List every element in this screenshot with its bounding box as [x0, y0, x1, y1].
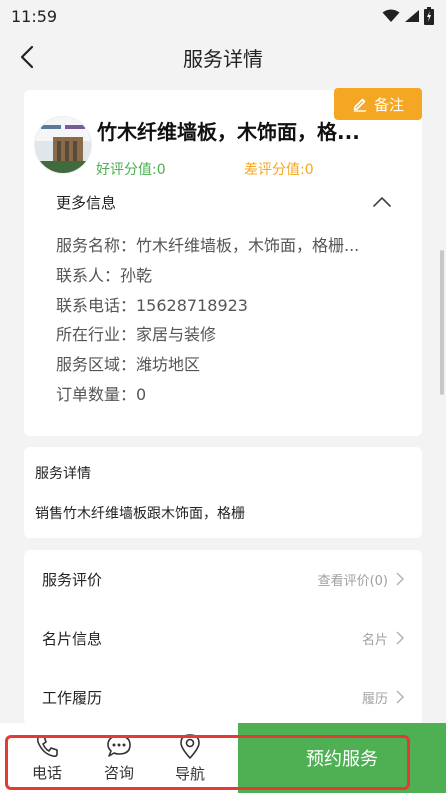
service-details-card: 服务详情 销售竹木纤维墙板跟木饰面，格栅 — [24, 447, 422, 538]
highlight-annotation — [5, 735, 410, 790]
info-list: 服务名称：竹木纤维墙板，木饰面，格栅... 联系人：孙乾 联系电话：156287… — [56, 232, 386, 411]
good-rating: 好评分值:0 — [96, 162, 166, 178]
screen: 11:59 服务详情 备注 竹木纤维墙板，木饰面，格... 好评分值:0 差评分… — [0, 0, 446, 793]
more-info-title: 更多信息 — [56, 194, 117, 212]
menu-link: 查看评价(0) — [318, 570, 404, 589]
info-service-name: 服务名称：竹木纤维墙板，木饰面，格栅... — [56, 236, 360, 255]
menu-label: 名片信息 — [42, 629, 103, 648]
menu-link-text: 查看评价(0) — [317, 573, 388, 589]
status-bar: 11:59 — [0, 0, 446, 32]
chevron-right-icon — [396, 572, 404, 586]
service-name: 竹木纤维墙板，木饰面，格... — [97, 120, 360, 144]
page-title: 服务详情 — [183, 46, 263, 71]
battery-icon — [424, 7, 434, 25]
signal-icon — [405, 10, 419, 22]
chevron-up-icon[interactable] — [372, 194, 392, 208]
back-button[interactable] — [10, 40, 44, 74]
status-time: 11:59 — [11, 6, 58, 26]
status-icons — [382, 7, 434, 25]
menu-link: 履历 — [362, 688, 404, 707]
edit-icon — [353, 98, 366, 112]
info-industry: 所在行业：家居与装修 — [56, 325, 217, 345]
menu-card: 服务评价 查看评价(0) 名片信息 名片 工作履历 履历 — [24, 550, 422, 725]
info-region: 服务区域：潍坊地区 — [56, 355, 201, 375]
wifi-icon — [382, 9, 400, 22]
details-title: 服务详情 — [35, 466, 91, 482]
service-summary-card: 备注 竹木纤维墙板，木饰面，格... 好评分值:0 差评分值:0 更多信息 服务… — [24, 88, 422, 436]
menu-label: 工作履历 — [42, 688, 103, 707]
menu-row-work-history[interactable]: 工作履历 履历 — [24, 668, 422, 726]
menu-label: 服务评价 — [42, 570, 103, 589]
note-label: 备注 — [373, 95, 404, 114]
info-phone: 联系电话：15628718923 — [56, 295, 248, 315]
scrollbar[interactable] — [440, 250, 444, 395]
details-text: 销售竹木纤维墙板跟木饰面，格栅 — [35, 506, 245, 522]
menu-link-text: 履历 — [361, 691, 388, 707]
menu-row-business-card[interactable]: 名片信息 名片 — [24, 609, 422, 667]
company-logo — [34, 116, 92, 174]
info-contact: 联系人：孙乾 — [56, 265, 153, 285]
title-bar: 服务详情 — [0, 32, 446, 82]
menu-row-reviews[interactable]: 服务评价 查看评价(0) — [24, 550, 422, 608]
chevron-right-icon — [396, 631, 404, 645]
info-order-count: 订单数量：0 — [56, 384, 147, 404]
chevron-left-icon — [20, 45, 34, 69]
menu-link-text: 名片 — [361, 632, 388, 648]
menu-link: 名片 — [362, 629, 404, 648]
bad-rating: 差评分值:0 — [244, 162, 314, 178]
chevron-right-icon — [396, 690, 404, 704]
